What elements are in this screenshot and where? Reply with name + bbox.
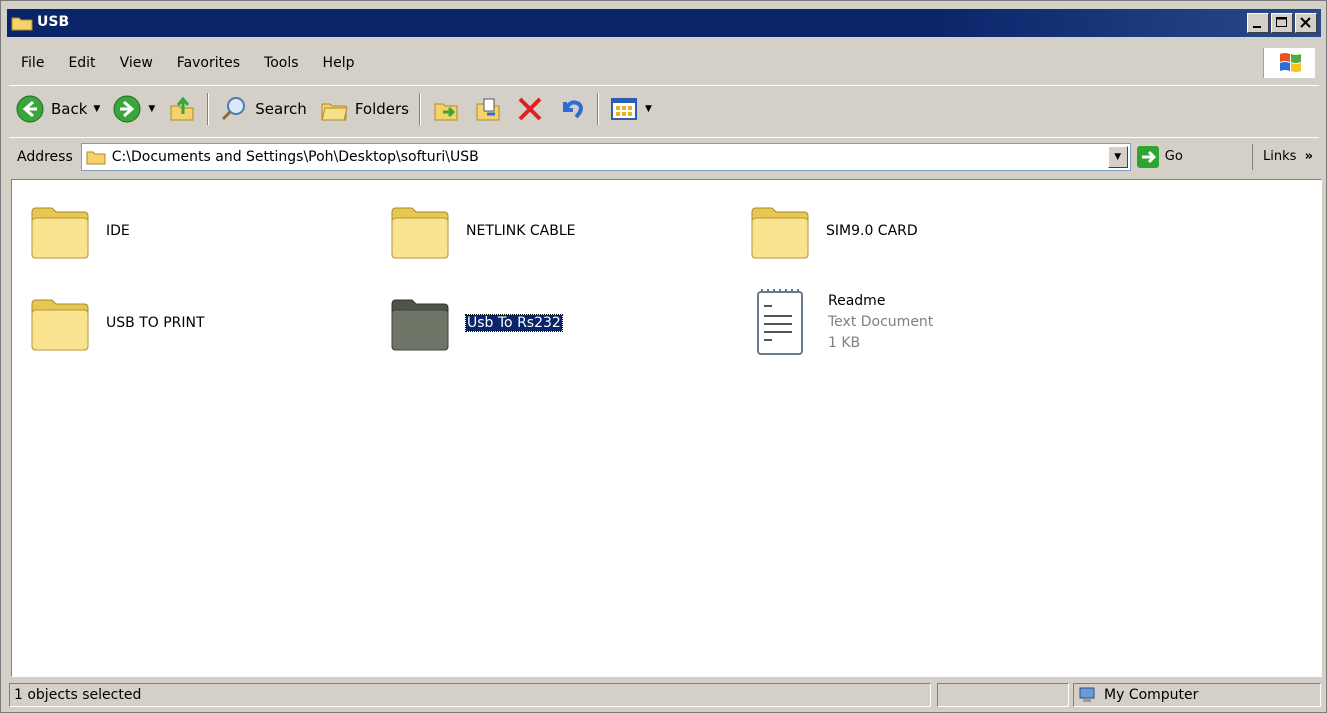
folder-item[interactable]: NETLINK CABLE <box>388 200 576 262</box>
status-selection-text: 1 objects selected <box>14 687 142 703</box>
file-size: 1 KB <box>828 334 861 351</box>
views-button[interactable]: ▼ <box>603 89 658 129</box>
file-item[interactable]: Readme Text Document 1 KB <box>750 286 933 358</box>
forward-button[interactable]: ▼ <box>106 89 161 129</box>
text-document-icon <box>757 289 803 355</box>
menu-edit[interactable]: Edit <box>56 55 107 71</box>
forward-arrow-icon <box>113 95 141 122</box>
file-type: Text Document <box>828 313 934 330</box>
folder-icon <box>391 207 449 259</box>
go-button[interactable]: Go <box>1136 145 1183 168</box>
folder-item[interactable]: IDE <box>28 200 130 262</box>
address-label: Address <box>17 148 73 165</box>
toolbar-separator <box>596 92 599 125</box>
menu-favorites[interactable]: Favorites <box>165 55 252 71</box>
address-bar: Address C:\Documents and Settings\Poh\De… <box>9 137 1319 175</box>
menu-file[interactable]: File <box>9 55 56 71</box>
maximize-button[interactable] <box>1271 13 1293 33</box>
item-label: Usb To Rs232 <box>465 314 563 332</box>
my-computer-icon <box>1079 687 1095 702</box>
folder-icon <box>751 207 809 259</box>
links-label: Links <box>1263 149 1297 164</box>
move-to-icon <box>434 103 458 120</box>
status-empty-cell <box>937 683 1069 707</box>
links-toolbar[interactable]: Links » <box>1252 144 1313 170</box>
chevron-right-icon: » <box>1304 149 1313 164</box>
search-icon <box>222 96 246 120</box>
status-zone-text: My Computer <box>1104 687 1199 703</box>
folder-item[interactable]: USB TO PRINT <box>28 292 205 354</box>
folder-item-selected[interactable]: Usb To Rs232 <box>388 292 563 354</box>
status-selection: 1 objects selected <box>9 683 931 707</box>
copy-to-button[interactable] <box>467 89 509 129</box>
search-label: Search <box>255 99 307 118</box>
forward-dropdown-icon[interactable]: ▼ <box>148 104 155 114</box>
window-title: USB <box>37 14 70 30</box>
back-button[interactable]: Back ▼ <box>9 89 106 129</box>
folder-icon <box>31 207 89 259</box>
toolbar-separator <box>418 92 421 125</box>
delete-button[interactable] <box>509 89 551 129</box>
standard-toolbar: Back ▼ ▼ Search Folders ▼ <box>9 85 1319 131</box>
menu-view[interactable]: View <box>108 55 165 71</box>
copy-to-icon <box>476 98 500 120</box>
search-button[interactable]: Search <box>213 89 313 129</box>
views-dropdown-icon[interactable]: ▼ <box>645 104 652 114</box>
folders-button[interactable]: Folders <box>313 89 415 129</box>
up-folder-icon <box>170 96 194 120</box>
menu-help[interactable]: Help <box>311 55 367 71</box>
address-input[interactable]: C:\Documents and Settings\Poh\Desktop\so… <box>80 142 1131 171</box>
item-label: IDE <box>106 223 130 239</box>
address-dropdown-button[interactable]: ▼ <box>1107 145 1128 168</box>
item-label: USB TO PRINT <box>106 315 205 331</box>
toolbar-separator <box>207 92 210 125</box>
windows-logo <box>1263 48 1315 78</box>
up-folder-button[interactable] <box>161 89 203 129</box>
address-path: C:\Documents and Settings\Poh\Desktop\so… <box>111 148 479 165</box>
undo-icon <box>562 99 583 118</box>
item-label: SIM9.0 CARD <box>826 223 918 239</box>
explorer-window: USB File Edit View Favorites Tools Help <box>0 0 1327 713</box>
status-zone: My Computer <box>1073 683 1321 707</box>
folder-item[interactable]: SIM9.0 CARD <box>748 200 918 262</box>
back-arrow-icon <box>16 95 44 122</box>
back-label: Back <box>51 99 88 118</box>
file-name: Readme <box>828 292 886 309</box>
status-bar: 1 objects selected My Computer <box>9 683 1321 709</box>
file-list-view[interactable]: IDE NETLINK CABLE SIM9.0 CARD USB TO PRI… <box>11 179 1322 677</box>
folders-icon <box>321 103 348 120</box>
close-button[interactable] <box>1295 13 1317 33</box>
folder-icon <box>11 17 33 31</box>
folder-icon <box>31 299 89 351</box>
folder-icon <box>391 299 449 351</box>
go-arrow-icon <box>1136 145 1159 168</box>
item-label: NETLINK CABLE <box>466 223 576 239</box>
back-dropdown-icon[interactable]: ▼ <box>93 104 100 114</box>
folder-icon <box>86 151 106 164</box>
minimize-button[interactable] <box>1247 13 1269 33</box>
menu-tools[interactable]: Tools <box>252 55 311 71</box>
menu-bar: File Edit View Favorites Tools Help <box>9 45 1319 81</box>
views-icon <box>610 97 637 120</box>
delete-x-icon <box>518 97 542 120</box>
minimize-icon <box>1253 26 1261 28</box>
close-icon <box>1300 17 1311 28</box>
move-to-button[interactable] <box>425 89 467 129</box>
maximize-icon <box>1276 17 1287 27</box>
go-label: Go <box>1164 149 1183 164</box>
folders-label: Folders <box>354 99 409 118</box>
undo-button[interactable] <box>551 89 593 129</box>
title-bar[interactable]: USB <box>7 9 1321 37</box>
file-details: Readme Text Document 1 KB <box>828 291 933 354</box>
windows-flag-icon <box>1280 53 1301 72</box>
